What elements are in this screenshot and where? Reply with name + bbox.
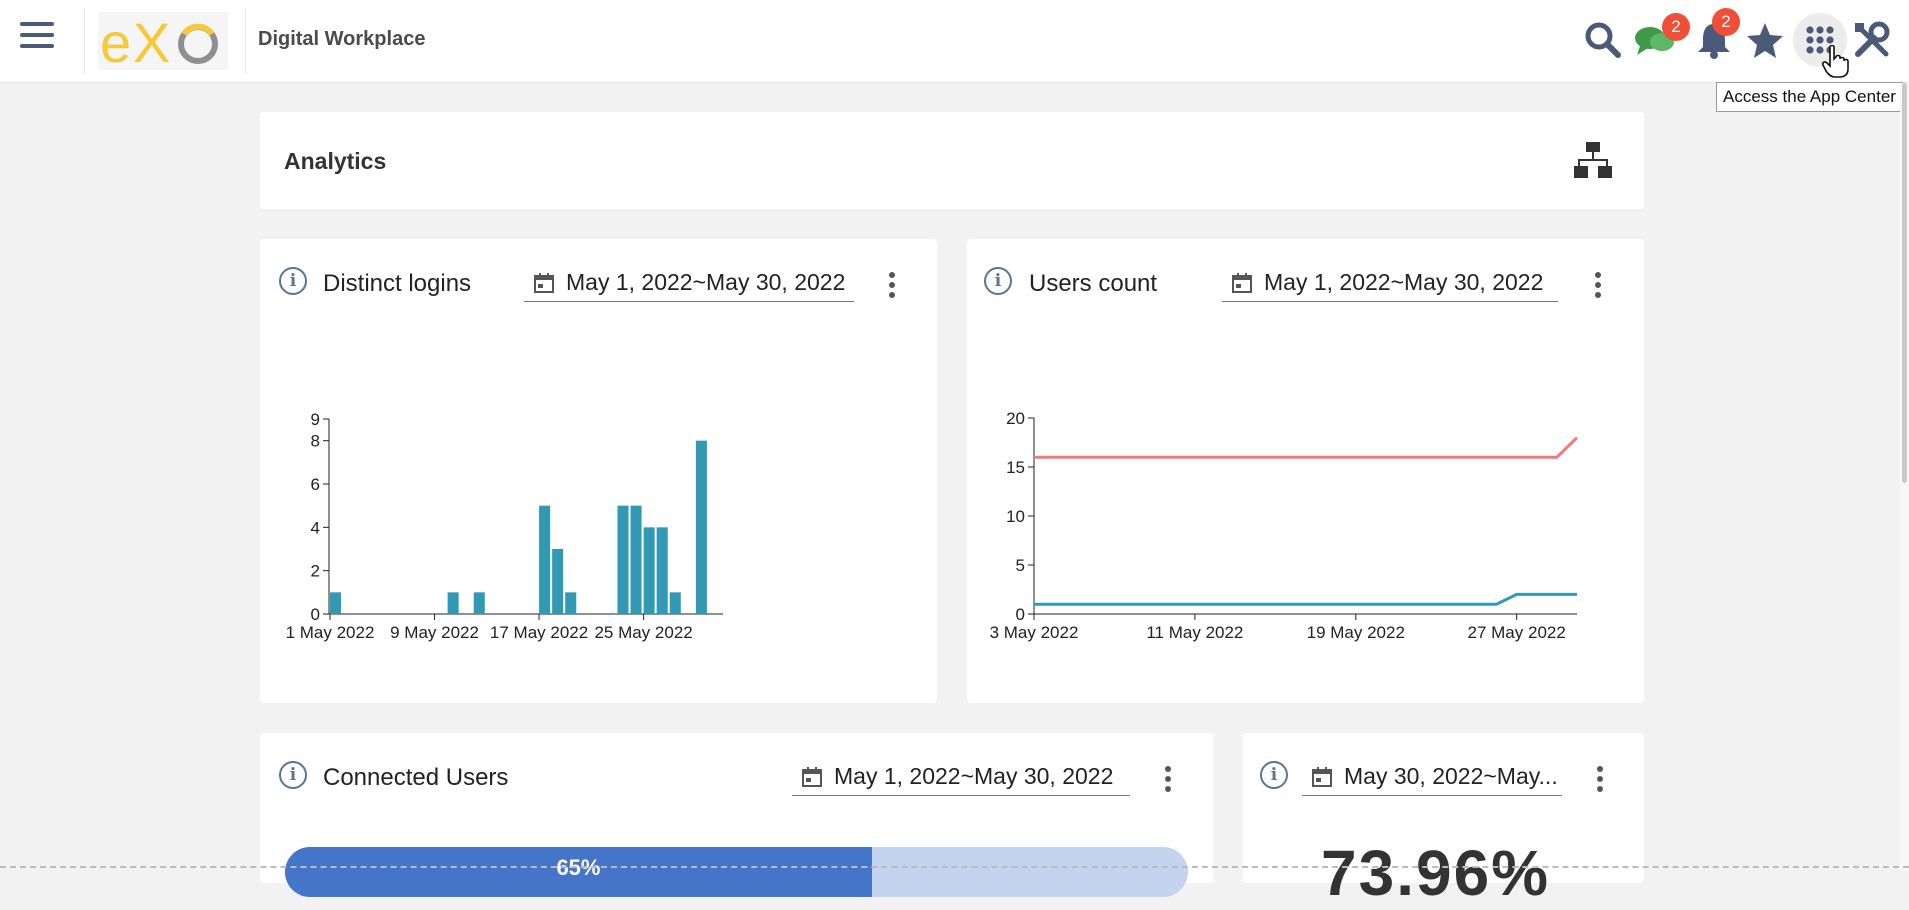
bar bbox=[630, 505, 642, 614]
date-range-field[interactable]: May 30, 2022~May... bbox=[1302, 755, 1562, 796]
divider bbox=[84, 8, 85, 74]
users-count-card: i Users count May 1, 2022~May 30, 2022 0… bbox=[967, 239, 1644, 703]
rate-card: i May 30, 2022~May... 73.96% bbox=[1243, 733, 1644, 909]
distinct-logins-card: i Distinct logins May 1, 2022~May 30, 20… bbox=[260, 239, 937, 703]
more-options-icon[interactable] bbox=[1162, 766, 1174, 798]
svg-text:e: e bbox=[100, 12, 131, 70]
y-tick-label: 4 bbox=[311, 518, 320, 537]
info-icon[interactable]: i bbox=[1260, 761, 1288, 789]
y-tick-label: 8 bbox=[311, 432, 320, 451]
x-tick-label: 17 May 2022 bbox=[490, 623, 588, 642]
tooltip: Access the App Center bbox=[1716, 82, 1903, 112]
bar bbox=[643, 527, 655, 614]
rate-value: 73.96% bbox=[1321, 837, 1551, 909]
date-range-text: May 30, 2022~May... bbox=[1344, 763, 1558, 789]
x-tick-label: 3 May 2022 bbox=[990, 623, 1079, 642]
site-title[interactable]: Digital Workplace bbox=[258, 28, 425, 51]
messages-badge: 2 bbox=[1662, 13, 1690, 41]
y-tick-label: 2 bbox=[311, 562, 320, 581]
page-scrollbar[interactable] bbox=[1900, 83, 1909, 871]
viewport-edge bbox=[0, 866, 1909, 868]
svg-text:X: X bbox=[133, 12, 170, 70]
tools-icon[interactable] bbox=[1852, 20, 1892, 60]
calendar-icon bbox=[1312, 767, 1332, 787]
y-tick-label: 20 bbox=[1006, 409, 1025, 428]
distinct-logins-chart: 0 2 4 6 8 9 1 May 2022 9 May 2022 17 May 2022 25 … bbox=[286, 410, 723, 642]
bar bbox=[552, 549, 564, 614]
users-count-chart: 0 5 10 15 20 3 May 2022 11 May 2022 19 May 2022… bbox=[990, 409, 1579, 642]
y-tick-label: 15 bbox=[1006, 458, 1025, 477]
x-tick-label: 1 May 2022 bbox=[286, 623, 375, 642]
bar bbox=[473, 592, 485, 614]
sitemap-icon[interactable] bbox=[1574, 140, 1612, 185]
widget-title: Connected Users bbox=[323, 764, 509, 791]
bar bbox=[669, 592, 681, 614]
y-tick-label: 9 bbox=[311, 410, 320, 429]
more-options-icon[interactable] bbox=[1594, 766, 1606, 798]
bar bbox=[539, 505, 551, 614]
connected-users-card: i Connected Users May 1, 2022~May 30, 20… bbox=[260, 733, 1213, 897]
bar bbox=[447, 592, 459, 614]
analytics-header: Analytics bbox=[260, 112, 1644, 209]
bar bbox=[695, 440, 707, 614]
x-tick-label: 19 May 2022 bbox=[1307, 623, 1405, 642]
date-range-text: May 1, 2022~May 30, 2022 bbox=[834, 763, 1114, 789]
progress-fill: 65% bbox=[285, 847, 872, 897]
x-tick-label: 25 May 2022 bbox=[594, 623, 692, 642]
search-icon[interactable] bbox=[1583, 20, 1623, 60]
y-tick-label: 6 bbox=[311, 475, 320, 494]
scrollbar-thumb[interactable] bbox=[1902, 83, 1907, 483]
star-icon[interactable] bbox=[1745, 20, 1785, 60]
bar bbox=[617, 505, 629, 614]
y-tick-label: 5 bbox=[1016, 556, 1025, 575]
calendar-icon bbox=[802, 767, 822, 787]
hand-cursor-icon bbox=[1822, 45, 1849, 78]
progress-label: 65% bbox=[556, 855, 601, 880]
date-range-field[interactable]: May 1, 2022~May 30, 2022 bbox=[792, 755, 1130, 796]
bar bbox=[565, 592, 577, 614]
y-tick-label: 10 bbox=[1006, 507, 1025, 526]
page-title: Analytics bbox=[284, 148, 387, 174]
y-tick-label: 0 bbox=[1016, 605, 1025, 624]
menu-icon[interactable] bbox=[20, 22, 54, 54]
info-icon[interactable]: i bbox=[279, 761, 307, 789]
series-line bbox=[1034, 592, 1577, 606]
series-line bbox=[1034, 436, 1579, 459]
notifications-badge: 2 bbox=[1712, 8, 1740, 36]
bar bbox=[656, 527, 668, 614]
company-logo[interactable]: e X bbox=[98, 12, 228, 70]
bar bbox=[330, 592, 342, 614]
x-tick-label: 9 May 2022 bbox=[390, 623, 479, 642]
progress-track: 65% bbox=[285, 847, 1188, 897]
x-tick-label: 11 May 2022 bbox=[1146, 623, 1243, 642]
y-tick-label: 0 bbox=[311, 605, 320, 624]
x-tick-label: 27 May 2022 bbox=[1468, 623, 1566, 642]
divider bbox=[245, 8, 246, 74]
top-bar: e X Digital Workplace 2 2 bbox=[0, 0, 1909, 83]
